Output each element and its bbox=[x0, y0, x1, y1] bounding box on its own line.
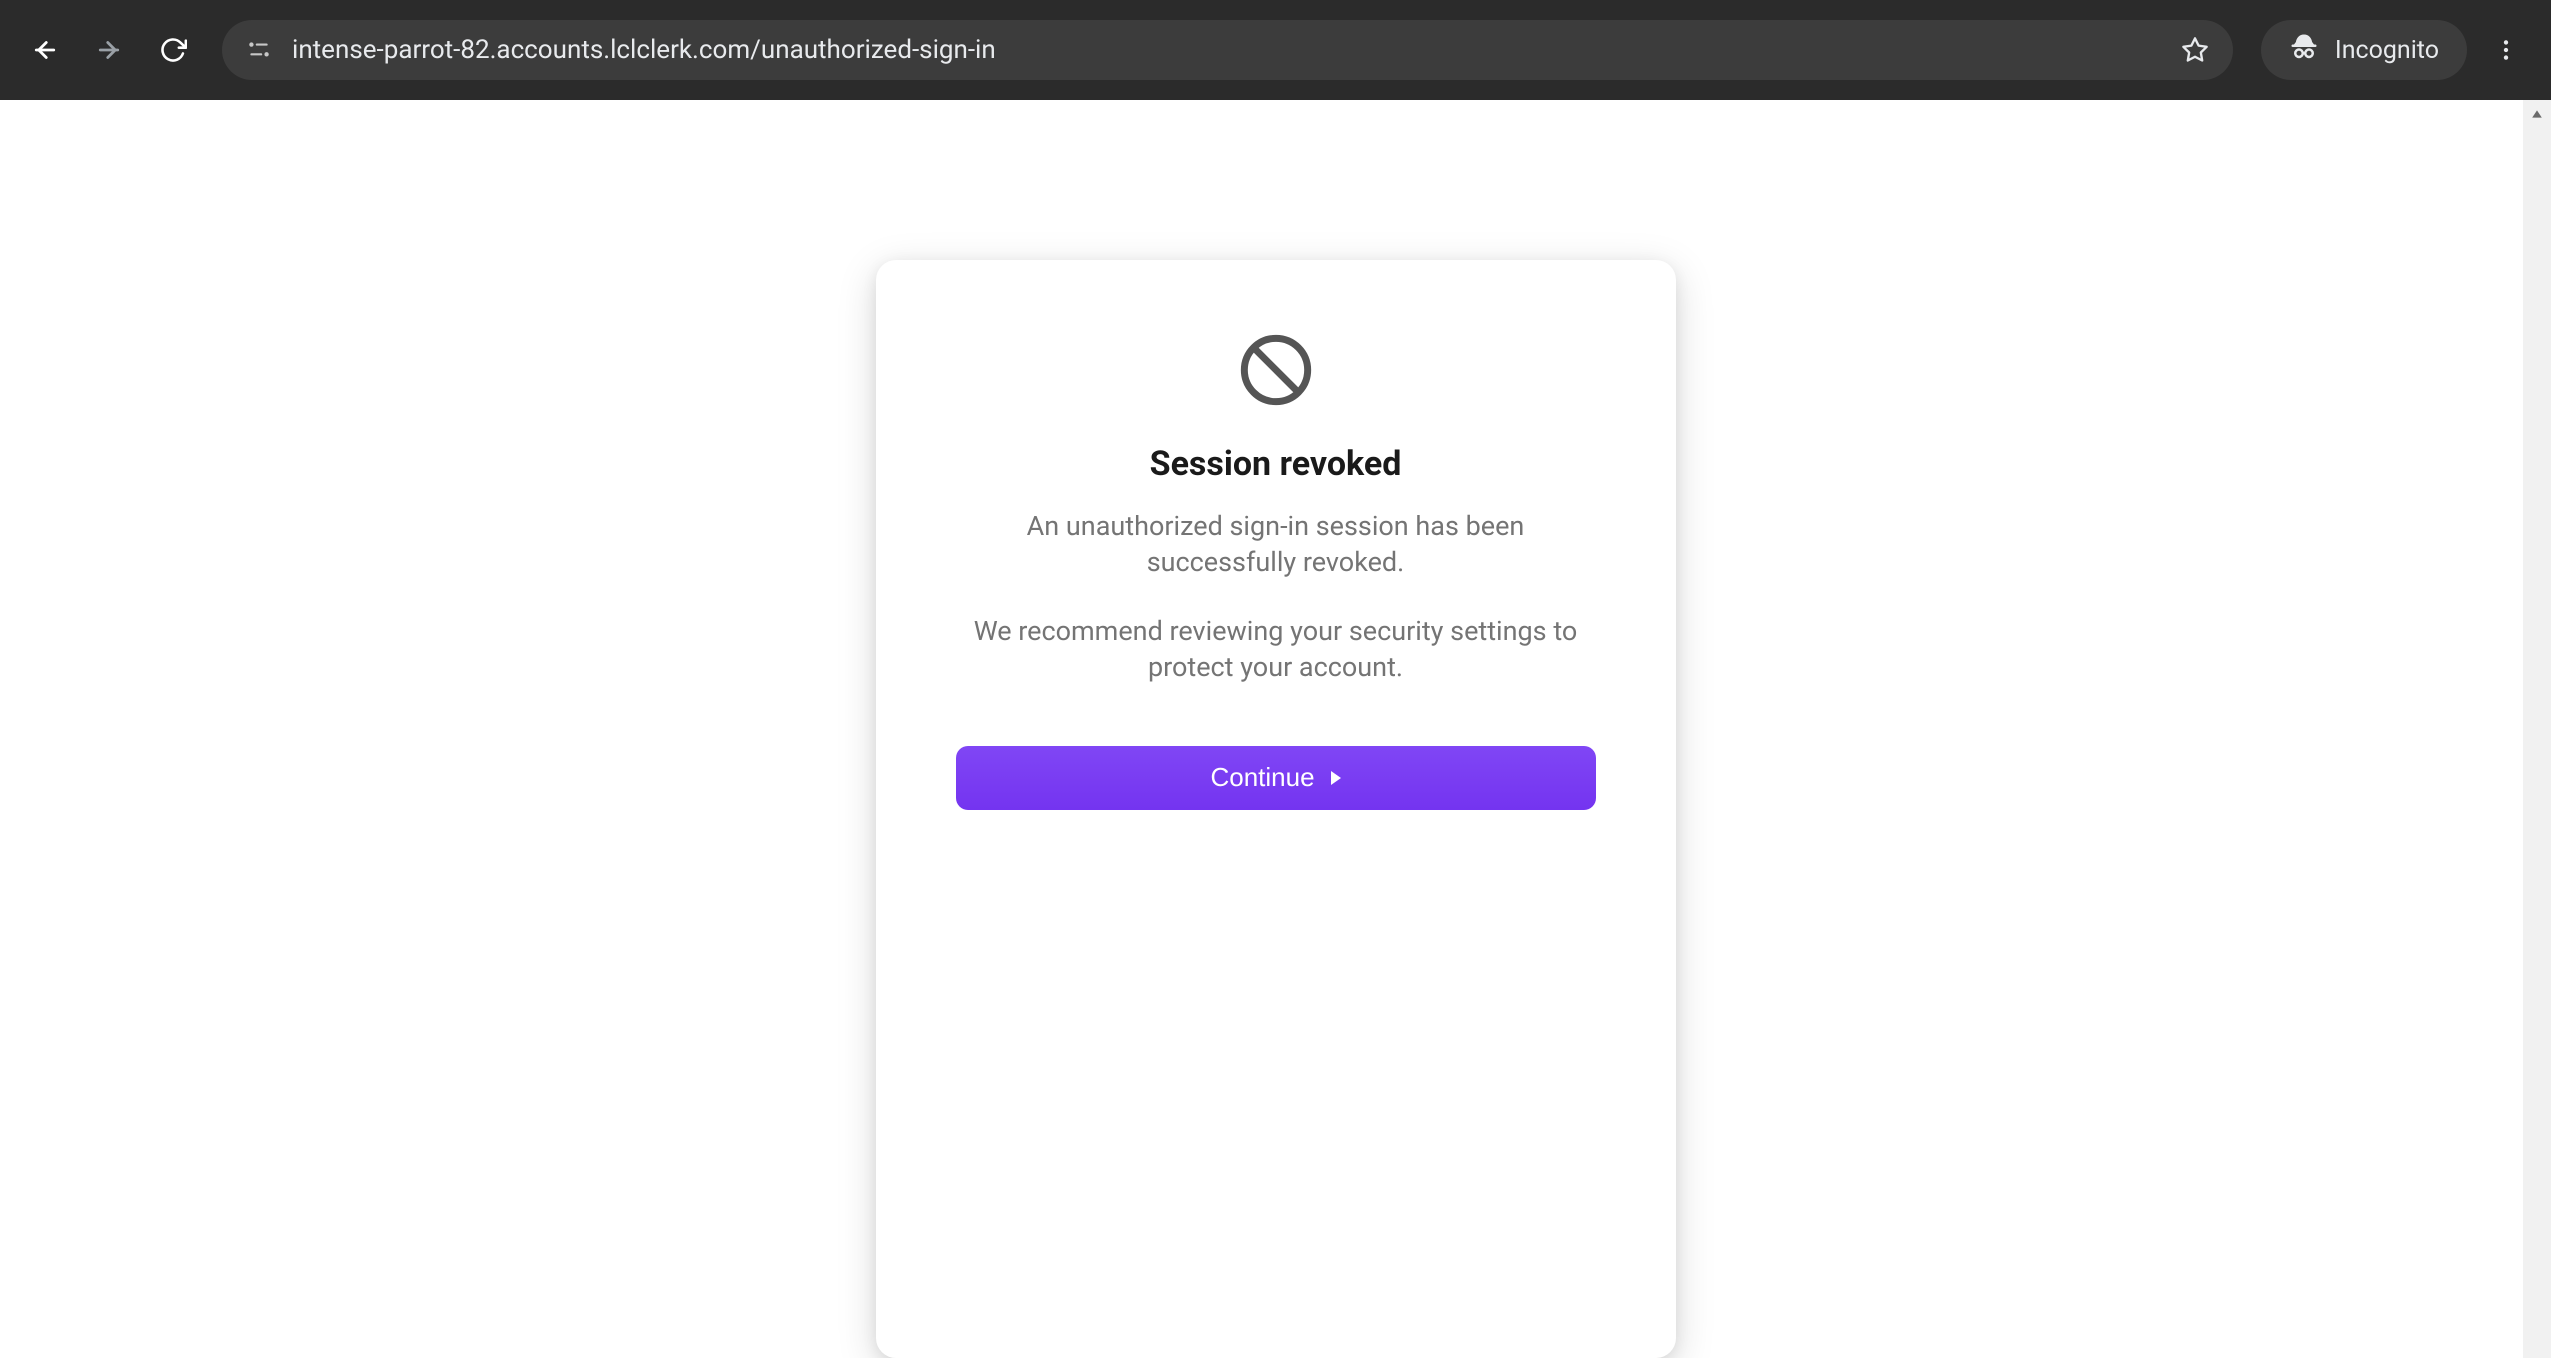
session-revoked-card: Session revoked An unauthorized sign-in … bbox=[876, 260, 1676, 1358]
scrollbar[interactable] bbox=[2523, 100, 2551, 1358]
back-button[interactable] bbox=[20, 25, 70, 75]
site-settings-icon[interactable] bbox=[246, 37, 272, 63]
incognito-label: Incognito bbox=[2335, 36, 2439, 65]
scroll-up-arrow-icon[interactable] bbox=[2523, 100, 2551, 128]
browser-toolbar: intense-parrot-82.accounts.lclclerk.com/… bbox=[0, 0, 2551, 100]
reload-button[interactable] bbox=[148, 25, 198, 75]
browser-menu-button[interactable] bbox=[2481, 25, 2531, 75]
forward-button[interactable] bbox=[84, 25, 134, 75]
prohibit-icon bbox=[1238, 332, 1314, 408]
continue-button-label: Continue bbox=[1210, 762, 1314, 793]
card-paragraph-2: We recommend reviewing your security set… bbox=[956, 613, 1596, 686]
incognito-badge[interactable]: Incognito bbox=[2261, 20, 2467, 80]
url-text: intense-parrot-82.accounts.lclclerk.com/… bbox=[292, 35, 2161, 65]
card-title: Session revoked bbox=[956, 444, 1596, 484]
address-bar[interactable]: intense-parrot-82.accounts.lclclerk.com/… bbox=[222, 20, 2233, 80]
continue-button[interactable]: Continue bbox=[956, 746, 1596, 810]
incognito-icon bbox=[2289, 32, 2319, 69]
page-content: Session revoked An unauthorized sign-in … bbox=[0, 100, 2551, 1358]
bookmark-star-icon[interactable] bbox=[2181, 36, 2209, 64]
card-paragraph-1: An unauthorized sign-in session has been… bbox=[956, 508, 1596, 581]
caret-right-icon bbox=[1331, 771, 1341, 785]
